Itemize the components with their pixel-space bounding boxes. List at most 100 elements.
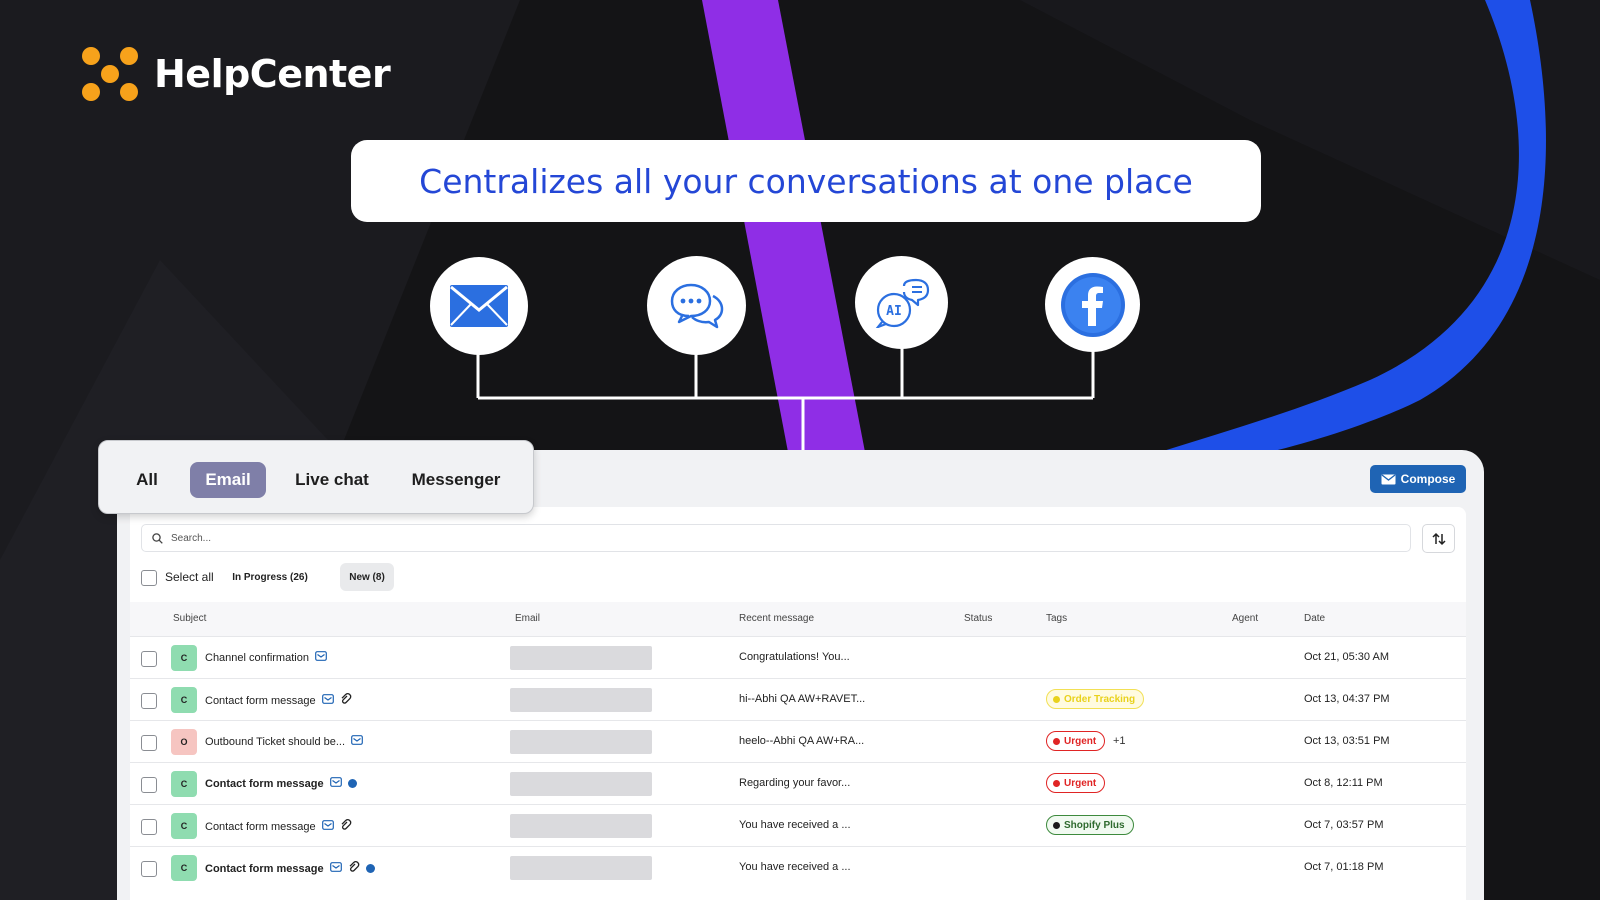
email-channel (430, 257, 528, 355)
row-subject[interactable]: Contact form message (205, 777, 357, 790)
column-email[interactable]: Email (515, 613, 540, 624)
row-date: Oct 13, 04:37 PM (1304, 693, 1390, 705)
email-channel-icon (329, 862, 342, 875)
row-subject[interactable]: Contact form message (205, 861, 375, 876)
recent-message: heelo--Abhi QA AW+RA... (739, 735, 865, 747)
tag-dot (1053, 695, 1060, 703)
row-date: Oct 7, 03:57 PM (1304, 819, 1384, 831)
subject-text: Contact form message (205, 820, 316, 833)
unread-indicator (365, 864, 375, 873)
tab-messenger[interactable]: Messenger (401, 462, 511, 498)
column-status[interactable]: Status (964, 613, 992, 624)
row-checkbox[interactable] (141, 777, 157, 793)
table-row[interactable]: C Contact form message You have received a… (130, 846, 1466, 889)
extra-tags-count[interactable]: +1 (1113, 735, 1126, 747)
tab-live-chat[interactable]: Live chat (287, 462, 377, 498)
subject-text: Channel confirmation (205, 651, 309, 664)
subject-text: Outbound Ticket should be... (205, 735, 346, 748)
tag-label: Urgent (1064, 777, 1097, 789)
blurred-email (510, 772, 652, 796)
table-row[interactable]: C Channel confirmation Congratulations! Yo… (130, 636, 1466, 679)
unread-indicator (347, 779, 357, 788)
compose-button[interactable]: Compose (1370, 465, 1466, 493)
chat-bubbles-icon (670, 283, 723, 328)
headline-banner: Centralizes all your conversations at on… (351, 140, 1261, 222)
blurred-email (510, 856, 652, 880)
subject-text: Contact form message (205, 777, 324, 790)
avatar: C (171, 771, 197, 797)
filter-in-progress-label: In Progress (26) (232, 571, 308, 583)
select-all-checkbox[interactable] (141, 570, 157, 586)
filter-in-progress[interactable]: In Progress (26) (225, 563, 315, 591)
search-input[interactable] (171, 532, 1371, 544)
column-recent-message[interactable]: Recent message (739, 613, 814, 624)
select-all-label: Select all (165, 570, 214, 584)
tab-all[interactable]: All (127, 462, 167, 498)
channel-tab-bar: All Email Live chat Messenger (98, 440, 534, 514)
tab-email-label: Email (205, 470, 251, 489)
row-subject[interactable]: Channel confirmation (205, 651, 327, 664)
row-checkbox[interactable] (141, 651, 157, 667)
column-subject[interactable]: Subject (173, 613, 206, 624)
brand-name: HelpCenter (154, 52, 391, 96)
brand-logo: HelpCenter (80, 44, 391, 104)
ai-label: AI (886, 304, 902, 319)
avatar: C (171, 645, 197, 671)
avatar: C (171, 813, 197, 839)
ticket-list-card: Select all In Progress (26) New (8) Subj… (130, 507, 1466, 900)
facebook-icon (1060, 272, 1125, 337)
live-chat-channel (647, 256, 746, 355)
recent-message: You have received a ... (739, 861, 851, 873)
recent-message: hi--Abhi QA AW+RAVET... (739, 693, 866, 705)
row-checkbox[interactable] (141, 819, 157, 835)
tag-badge[interactable]: Shopify Plus (1046, 815, 1134, 835)
table-header: Subject Email Recent message Status Tags… (130, 602, 1466, 636)
tag-label: Order Tracking (1064, 693, 1136, 705)
row-subject[interactable]: Outbound Ticket should be... (205, 735, 363, 748)
tab-email[interactable]: Email (190, 462, 266, 498)
row-checkbox[interactable] (141, 693, 157, 709)
row-checkbox[interactable] (141, 861, 157, 877)
sort-button[interactable] (1422, 524, 1455, 553)
tag-badge[interactable]: Urgent (1046, 731, 1106, 751)
table-row[interactable]: C Contact form message You have received a… (130, 804, 1466, 847)
subject-text: Contact form message (205, 694, 316, 707)
blurred-email (510, 814, 652, 838)
row-date: Oct 7, 01:18 PM (1304, 861, 1384, 873)
tag-label: Shopify Plus (1064, 819, 1125, 831)
column-agent[interactable]: Agent (1232, 613, 1258, 624)
row-subject[interactable]: Contact form message (205, 819, 352, 834)
attachment-icon (348, 861, 360, 876)
tag-badge[interactable]: Urgent (1046, 773, 1106, 793)
recent-message: Regarding your favor... (739, 777, 851, 789)
row-date: Oct 21, 05:30 AM (1304, 651, 1389, 663)
email-channel-icon (351, 735, 363, 748)
row-date: Oct 13, 03:51 PM (1304, 735, 1390, 747)
row-subject[interactable]: Contact form message (205, 693, 352, 708)
table-row[interactable]: C Contact form message Regarding your favo… (130, 762, 1466, 805)
tab-all-label: All (136, 470, 158, 489)
tag-badge[interactable]: Order Tracking (1046, 689, 1145, 709)
table-row[interactable]: C Contact form message hi--Abhi QA AW+RAVE… (130, 678, 1466, 721)
email-channel-icon (329, 777, 342, 790)
headline-text: Centralizes all your conversations at on… (419, 161, 1193, 201)
inbox-panel: Compose Select all In Progress (26) New … (117, 450, 1484, 900)
filter-new[interactable]: New (8) (340, 563, 394, 591)
avatar: C (171, 855, 197, 881)
email-channel-icon (315, 651, 327, 664)
filter-new-label: New (8) (349, 571, 385, 583)
envelope-icon (450, 285, 508, 327)
attachment-icon (340, 819, 352, 834)
column-tags[interactable]: Tags (1046, 613, 1067, 624)
ai-chat-icon: AI (875, 278, 929, 328)
column-date[interactable]: Date (1304, 613, 1325, 624)
tab-live-chat-label: Live chat (295, 470, 369, 489)
email-channel-icon (321, 820, 334, 833)
envelope-icon (1381, 473, 1396, 484)
tab-messenger-label: Messenger (411, 470, 501, 489)
search-bar[interactable] (141, 524, 1411, 552)
blurred-email (510, 730, 652, 754)
table-row[interactable]: O Outbound Ticket should be... heelo--Abhi… (130, 720, 1466, 763)
row-checkbox[interactable] (141, 735, 157, 751)
avatar: C (171, 687, 197, 713)
